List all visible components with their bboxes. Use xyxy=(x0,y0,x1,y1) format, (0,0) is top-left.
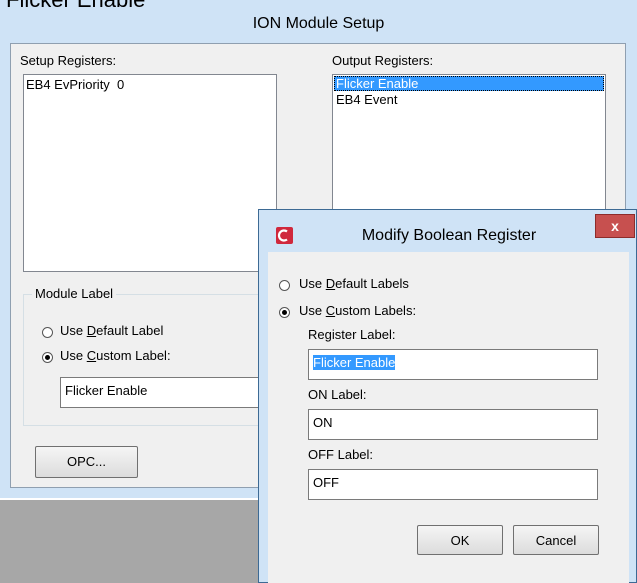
output-registers-label: Output Registers: xyxy=(332,53,434,68)
cancel-button[interactable]: Cancel xyxy=(513,525,599,555)
off-label-field[interactable]: OFF xyxy=(308,469,598,500)
selected-text: Flicker Enable xyxy=(313,355,396,370)
on-label-field[interactable]: ON xyxy=(308,409,598,440)
on-label-caption: ON Label: xyxy=(308,387,367,402)
register-label-caption: Register Label: xyxy=(308,327,396,342)
setup-registers-label: Setup Registers: xyxy=(20,53,117,68)
use-default-label-text[interactable]: Use Default Label xyxy=(60,323,163,338)
use-custom-label-text[interactable]: Use Custom Label: xyxy=(60,348,171,363)
custom-label-field[interactable]: Flicker Enable xyxy=(60,377,265,408)
module-label-group-title: Module Label xyxy=(32,286,117,301)
dialog-client-area: Use Default Labels Use Custom Labels: Re… xyxy=(268,252,629,583)
use-default-label-radio[interactable] xyxy=(42,327,53,338)
list-item[interactable]: EB4 EvPriority 0 xyxy=(26,77,124,92)
close-button[interactable]: x xyxy=(595,214,635,238)
ok-button[interactable]: OK xyxy=(417,525,503,555)
list-item[interactable]: EB4 Event xyxy=(336,92,397,107)
use-default-labels-text[interactable]: Use Default Labels xyxy=(299,276,409,291)
window-title: ION Module Setup xyxy=(252,15,385,32)
use-custom-labels-radio[interactable] xyxy=(279,307,290,318)
off-label-caption: OFF Label: xyxy=(308,447,374,462)
caption-text: Flicker Enable xyxy=(6,0,145,13)
modify-boolean-register-dialog: Modify Boolean Register x Use Default La… xyxy=(258,209,637,583)
use-custom-label-radio[interactable] xyxy=(42,352,53,363)
setup-registers-list[interactable]: EB4 EvPriority 0 xyxy=(23,74,277,272)
use-custom-labels-text[interactable]: Use Custom Labels: xyxy=(299,303,416,318)
use-default-labels-radio[interactable] xyxy=(279,280,290,291)
opc-button[interactable]: OPC... xyxy=(35,446,138,478)
dialog-title: Modify Boolean Register xyxy=(361,227,537,244)
register-label-field[interactable]: Flicker Enable xyxy=(308,349,598,380)
list-item-selected[interactable]: Flicker Enable xyxy=(334,76,604,91)
app-icon xyxy=(276,227,293,244)
